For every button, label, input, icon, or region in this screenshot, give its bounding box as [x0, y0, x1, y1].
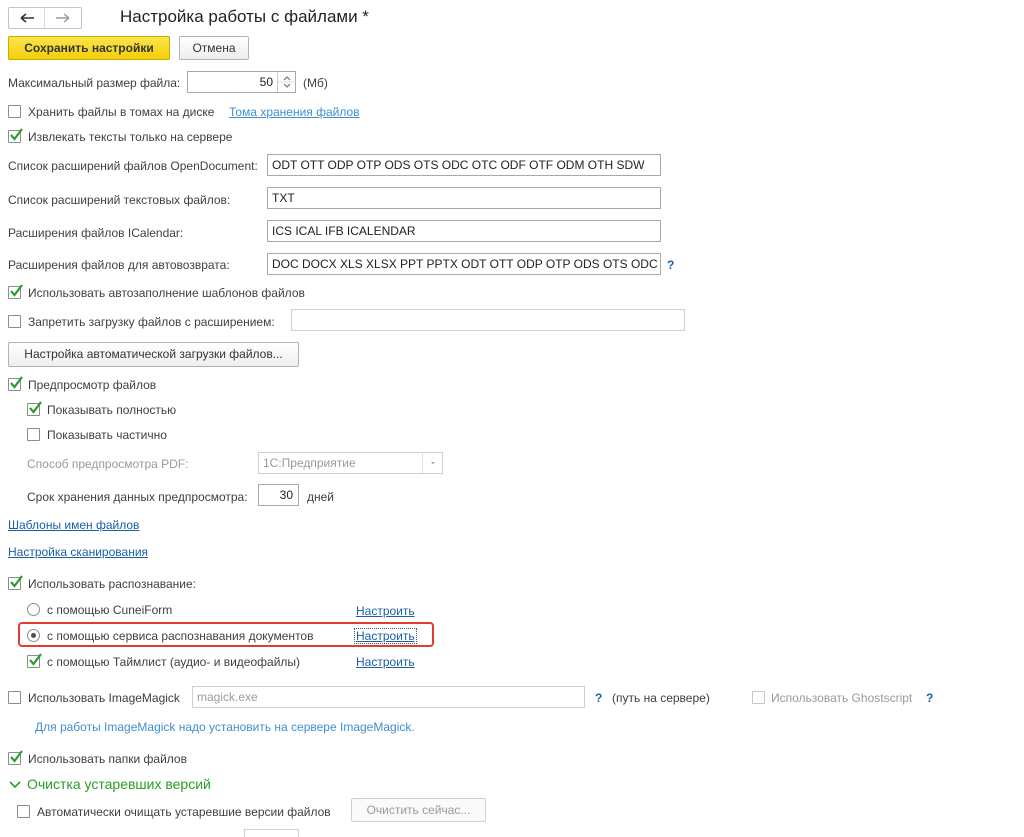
pdf-method-label: Способ предпросмотра PDF: [27, 457, 189, 471]
checkmark-icon [10, 376, 23, 389]
ghostscript-label: Использовать Ghostscript [771, 691, 913, 705]
cleanup-section-title[interactable]: Очистка устаревших версий [27, 776, 211, 792]
preview-checkbox[interactable] [8, 376, 23, 391]
cuneiform-label: с помощью CuneiForm [47, 603, 173, 617]
checkmark-icon [10, 750, 23, 763]
max-size-value: 50 [259, 75, 273, 89]
recognition-label: Использовать распознавание: [28, 577, 196, 591]
chevron-down-icon[interactable] [422, 453, 442, 473]
autofill-checkbox[interactable] [8, 284, 23, 299]
forbid-upload-input[interactable] [291, 309, 685, 331]
retention-unit: дней [307, 490, 335, 504]
arrow-left-icon[interactable] [9, 8, 45, 28]
service-configure-link[interactable]: Настроить [354, 628, 417, 644]
pdf-method-value: 1С:Предприятие [263, 456, 356, 470]
cuneiform-configure-link[interactable]: Настроить [356, 604, 415, 618]
cut-off-input [244, 829, 299, 837]
opendoc-input[interactable]: ODT OTT ODP OTP ODS OTS ODC OTC ODF OTF … [267, 154, 661, 176]
recognition-checkbox[interactable] [8, 575, 23, 590]
folders-label: Использовать папки файлов [28, 752, 187, 766]
page-title: Настройка работы с файлами * [120, 7, 369, 26]
auto-cleanup-label: Автоматически очищать устаревшие версии … [37, 805, 331, 819]
show-full-checkbox[interactable] [27, 401, 42, 416]
arrow-right-icon[interactable] [45, 8, 81, 28]
checkmark-icon [10, 128, 23, 141]
clean-now-button[interactable]: Очистить сейчас... [351, 798, 486, 822]
max-size-stepper[interactable] [277, 72, 296, 92]
service-radio[interactable] [27, 629, 40, 642]
checkmark-icon [10, 284, 23, 297]
name-templates-link[interactable]: Шаблоны имен файлов [8, 518, 139, 532]
show-full-label: Показывать полностью [47, 403, 177, 417]
scan-settings-link[interactable]: Настройка сканирования [8, 545, 148, 559]
forbid-upload-label: Запретить загрузку файлов с расширением: [28, 315, 275, 329]
autoreturn-input[interactable]: DOC DOCX XLS XLSX PPT PPTX ODT OTT ODP O… [267, 253, 661, 275]
timelist-label: с помощью Таймлист (аудио- и видеофайлы) [47, 655, 301, 669]
cancel-button[interactable]: Отмена [179, 36, 249, 60]
imagemagick-checkbox[interactable] [8, 691, 21, 704]
imagemagick-placeholder: magick.exe [197, 690, 258, 704]
checkmark-icon [29, 401, 42, 414]
text-ext-label: Список расширений текстовых файлов: [8, 193, 231, 207]
checkmark-icon [10, 575, 23, 588]
opendoc-label: Список расширений файлов OpenDocument: [8, 159, 258, 173]
server-path-note: (путь на сервере) [612, 691, 710, 705]
nav-buttons [8, 7, 82, 29]
max-size-unit: (Мб) [303, 76, 328, 90]
ghostscript-checkbox[interactable] [752, 691, 765, 704]
show-partial-checkbox[interactable] [27, 428, 40, 441]
preview-label: Предпросмотр файлов [28, 378, 157, 392]
chevron-down-icon[interactable] [8, 778, 22, 792]
ghostscript-help-icon[interactable]: ? [926, 691, 933, 705]
imagemagick-hint: Для работы ImageMagick надо установить н… [35, 720, 415, 734]
forbid-upload-checkbox[interactable] [8, 315, 21, 328]
store-volumes-label: Хранить файлы в томах на диске [28, 105, 215, 119]
auto-upload-settings-button[interactable]: Настройка автоматической загрузки файлов… [8, 342, 299, 367]
text-ext-input[interactable]: TXT [267, 187, 661, 209]
checkmark-icon [29, 653, 42, 666]
autoreturn-help-icon[interactable]: ? [667, 258, 674, 272]
imagemagick-path-input[interactable]: magick.exe [192, 686, 585, 708]
retention-input[interactable]: 30 [258, 484, 299, 506]
folders-checkbox[interactable] [8, 750, 23, 765]
retention-label: Срок хранения данных предпросмотра: [27, 490, 248, 504]
auto-cleanup-checkbox[interactable] [17, 805, 30, 818]
imagemagick-help-icon[interactable]: ? [595, 691, 602, 705]
show-partial-label: Показывать частично [47, 428, 167, 442]
icalendar-label: Расширения файлов ICalendar: [8, 226, 184, 240]
timelist-checkbox[interactable] [27, 653, 42, 668]
store-volumes-checkbox[interactable] [8, 105, 21, 118]
extract-texts-checkbox[interactable] [8, 128, 23, 143]
extract-texts-label: Извлекать тексты только на сервере [28, 130, 233, 144]
volumes-link[interactable]: Тома хранения файлов [229, 105, 360, 119]
pdf-method-select[interactable]: 1С:Предприятие [258, 452, 443, 474]
cuneiform-radio[interactable] [27, 603, 40, 616]
autoreturn-label: Расширения файлов для автовозврата: [8, 258, 230, 272]
imagemagick-label: Использовать ImageMagick [28, 691, 180, 705]
retention-value: 30 [279, 488, 293, 502]
icalendar-input[interactable]: ICS ICAL IFB ICALENDAR [267, 220, 661, 242]
max-size-label: Максимальный размер файла: [8, 76, 181, 90]
service-label: с помощью сервиса распознавания документ… [47, 629, 314, 643]
autofill-label: Использовать автозаполнение шаблонов фай… [28, 286, 305, 300]
timelist-configure-link[interactable]: Настроить [356, 655, 415, 669]
save-button[interactable]: Сохранить настройки [8, 36, 170, 60]
